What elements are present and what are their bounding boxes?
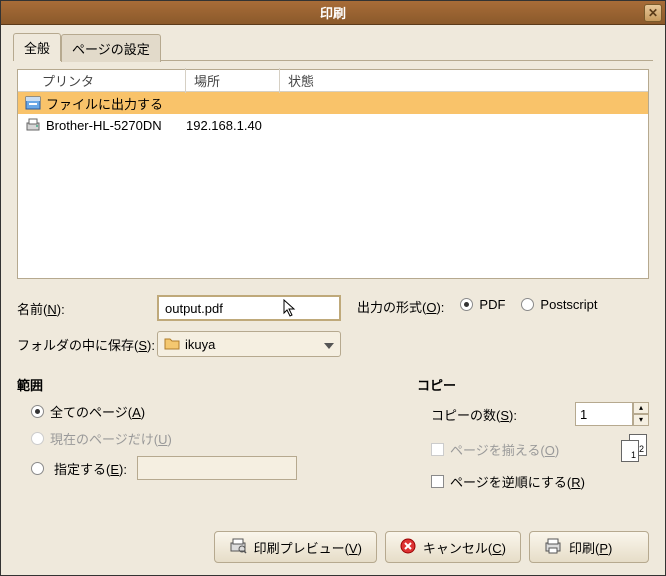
- close-button[interactable]: ✕: [644, 4, 662, 22]
- print-icon: [544, 538, 562, 557]
- tab-general-label: 全般: [24, 41, 50, 56]
- printer-icon: [24, 117, 42, 133]
- range-group: 範囲 全てのページ(A) 現在のページだけ(U) 指定する(E):: [17, 375, 357, 491]
- cancel-button[interactable]: キャンセル(C): [385, 531, 521, 563]
- copy-group: コピー コピーの数(S): ▴▾ ページを揃える(O): [417, 375, 649, 491]
- radio-pdf-label: PDF: [479, 297, 505, 312]
- radio-all-pages-label: 全てのページ(A): [50, 402, 145, 421]
- check-reverse-label: ページを逆順にする(R): [450, 472, 585, 491]
- printer-location: 192.168.1.40: [186, 118, 280, 133]
- filename-label: 名前(N):: [17, 299, 157, 318]
- spin-up[interactable]: ▴: [633, 402, 649, 414]
- radio-postscript[interactable]: Postscript: [521, 297, 597, 312]
- tab-row: 全般 ページの設定: [13, 35, 653, 61]
- button-bar: 印刷プレビュー(V) キャンセル(C) 印刷(P): [13, 521, 653, 567]
- cancel-icon: [400, 538, 416, 557]
- tab-page-setup[interactable]: ページの設定: [61, 34, 161, 62]
- radio-specify-label: 指定する(E):: [54, 459, 127, 478]
- preview-icon: [229, 538, 247, 557]
- output-format-label: 出力の形式(O):: [357, 297, 444, 316]
- col-printer[interactable]: プリンタ: [18, 68, 186, 93]
- copies-input[interactable]: [575, 402, 633, 426]
- copies-label: コピーの数(S):: [431, 405, 517, 424]
- tab-general[interactable]: 全般: [13, 33, 61, 61]
- print-dialog: 印刷 ✕ 全般 ページの設定 プリンタ 場所 状態 ファイルに出力する: [0, 0, 666, 576]
- tab-page-setup-label: ページの設定: [72, 42, 150, 57]
- printer-name: Brother-HL-5270DN: [42, 118, 186, 133]
- printer-row-brother[interactable]: Brother-HL-5270DN 192.168.1.40: [18, 114, 648, 136]
- titlebar: 印刷 ✕: [1, 1, 665, 25]
- left-form: 名前(N): フォルダの中に保存(S): ikuya: [17, 295, 341, 357]
- check-reverse[interactable]: ページを逆順にする(R): [431, 472, 649, 491]
- printer-row-file[interactable]: ファイルに出力する: [18, 92, 648, 114]
- radio-postscript-label: Postscript: [540, 297, 597, 312]
- spin-down[interactable]: ▾: [633, 414, 649, 426]
- form-area: 名前(N): フォルダの中に保存(S): ikuya: [17, 295, 649, 357]
- pages-icon: 2 1: [621, 434, 649, 464]
- folder-label: フォルダの中に保存(S):: [17, 335, 157, 354]
- radio-current-page-label: 現在のページだけ(U): [50, 429, 172, 448]
- print-preview-button[interactable]: 印刷プレビュー(V): [214, 531, 377, 563]
- folder-value: ikuya: [185, 337, 215, 352]
- print-label: 印刷(P): [569, 538, 612, 557]
- range-title: 範囲: [17, 375, 357, 394]
- file-icon: [24, 95, 42, 111]
- copies-spinner[interactable]: ▴▾: [575, 402, 649, 426]
- col-location[interactable]: 場所: [186, 68, 280, 93]
- check-collate-label: ページを揃える(O): [450, 440, 559, 459]
- window-title: 印刷: [320, 3, 346, 22]
- folder-combo[interactable]: ikuya: [157, 331, 341, 357]
- dialog-content: 全般 ページの設定 プリンタ 場所 状態 ファイルに出力する: [1, 25, 665, 575]
- cancel-label: キャンセル(C): [423, 538, 506, 557]
- chevron-down-icon: [324, 337, 334, 352]
- col-status[interactable]: 状態: [280, 68, 648, 93]
- printer-list-header: プリンタ 場所 状態: [18, 70, 648, 92]
- preview-label: 印刷プレビュー(V): [254, 538, 362, 557]
- filename-input[interactable]: [157, 295, 341, 321]
- check-collate: ページを揃える(O): [431, 440, 559, 459]
- copy-title: コピー: [417, 375, 649, 394]
- radio-current-page: 現在のページだけ(U): [31, 429, 357, 448]
- range-input[interactable]: [137, 456, 297, 480]
- printer-list[interactable]: プリンタ 場所 状態 ファイルに出力する Brother-HL-5270DN: [17, 69, 649, 279]
- radio-pdf[interactable]: PDF: [460, 297, 505, 312]
- radio-all-pages[interactable]: 全てのページ(A): [31, 402, 357, 421]
- printer-name: ファイルに出力する: [42, 94, 186, 113]
- radio-specify[interactable]: 指定する(E):: [31, 456, 357, 480]
- folder-icon: [164, 336, 180, 353]
- lower-section: 範囲 全てのページ(A) 現在のページだけ(U) 指定する(E): コピー: [17, 375, 649, 491]
- print-button[interactable]: 印刷(P): [529, 531, 649, 563]
- tab-body: プリンタ 場所 状態 ファイルに出力する Brother-HL-5270DN: [13, 61, 653, 521]
- right-form: 出力の形式(O): PDF Postscript: [357, 295, 649, 357]
